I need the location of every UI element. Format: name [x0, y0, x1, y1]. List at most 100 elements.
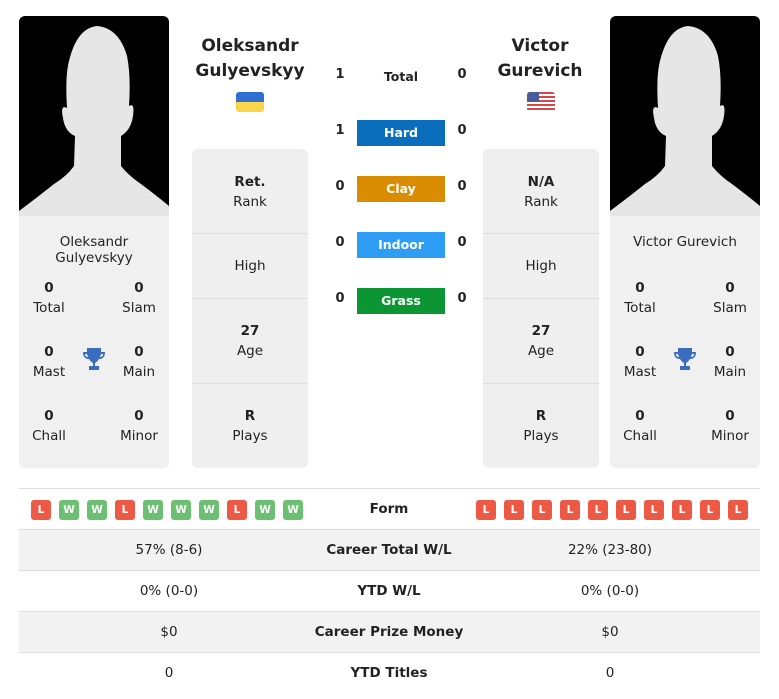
total-value: 0: [44, 280, 54, 296]
player1-mast-titles: 0 Mast: [19, 342, 79, 382]
loss-badge[interactable]: L: [504, 500, 524, 520]
slam-value: 0: [725, 280, 735, 296]
player1-form-badges: LWWLWWWLWW: [31, 500, 303, 520]
rank-value: Ret.: [234, 174, 266, 190]
player1-rank: Ret. Rank: [192, 172, 308, 212]
h2h-grass-p1: 0: [335, 291, 345, 306]
win-badge[interactable]: W: [171, 500, 191, 520]
main-value: 0: [134, 344, 144, 360]
usa-flag-icon: [527, 92, 555, 112]
plays-value: R: [244, 408, 256, 424]
row-label: Career Prize Money: [314, 624, 464, 640]
player2-minor-titles: 0 Minor: [700, 406, 760, 446]
player2-plays: R Plays: [483, 406, 599, 446]
player2-last-name: Gurevich: [497, 61, 583, 81]
win-badge[interactable]: W: [87, 500, 107, 520]
loss-badge[interactable]: L: [672, 500, 692, 520]
win-badge[interactable]: W: [255, 500, 275, 520]
comparison-table: LWWLWWWLWW Form LLLLLLLLLL 57% (8-6) Car…: [19, 488, 760, 693]
row-label: Career Total W/L: [326, 542, 452, 558]
form-label: Form: [369, 501, 409, 517]
loss-badge[interactable]: L: [560, 500, 580, 520]
h2h-total-p1: 1: [335, 67, 345, 82]
main-label: Main: [122, 364, 156, 380]
player2-total-titles: 0 Total: [610, 278, 670, 318]
player1-last-name: Gulyevskyy: [195, 61, 305, 81]
divider: [483, 298, 599, 299]
player1-main-titles: 0 Main: [109, 342, 169, 382]
loss-badge[interactable]: L: [227, 500, 247, 520]
player2-main-titles: 0 Main: [700, 342, 760, 382]
player1-name-heading[interactable]: Oleksandr Gulyevskyy: [180, 34, 320, 84]
player2-rank: N/A Rank: [483, 172, 599, 212]
ukraine-flag-icon: [236, 92, 264, 112]
high-label: High: [525, 258, 557, 274]
mast-value: 0: [635, 344, 645, 360]
player1-high: High: [192, 256, 308, 276]
age-value: 27: [531, 323, 551, 339]
hard-surface-button[interactable]: Hard: [357, 120, 445, 146]
minor-value: 0: [134, 408, 144, 424]
loss-badge[interactable]: L: [700, 500, 720, 520]
minor-label: Minor: [711, 428, 749, 444]
plays-label: Plays: [523, 428, 559, 444]
loss-badge[interactable]: L: [616, 500, 636, 520]
age-label: Age: [236, 343, 264, 359]
minor-value: 0: [725, 408, 735, 424]
player1-total-titles: 0 Total: [19, 278, 79, 318]
table-row: 57% (8-6) Career Total W/L 22% (23-80): [19, 529, 760, 570]
player2-chall-titles: 0 Chall: [610, 406, 670, 446]
player2-high: High: [483, 256, 599, 276]
h2h-hard-p1: 1: [335, 123, 345, 138]
h2h-indoor-p1: 0: [335, 235, 345, 250]
player2-name-heading[interactable]: Victor Gurevich: [470, 34, 610, 84]
divider: [192, 298, 308, 299]
player1-age: 27 Age: [192, 321, 308, 361]
age-label: Age: [527, 343, 555, 359]
player1-full-name: Oleksandr Gulyevskyy: [55, 234, 133, 266]
age-value: 27: [240, 323, 260, 339]
player2-slam-titles: 0 Slam: [700, 278, 760, 318]
chall-label: Chall: [32, 428, 66, 444]
table-row: $0 Career Prize Money $0: [19, 611, 760, 652]
win-badge[interactable]: W: [59, 500, 79, 520]
player2-mast-titles: 0 Mast: [610, 342, 670, 382]
trophy-icon: [674, 348, 696, 370]
player1-value: 0: [164, 665, 174, 681]
rank-label: Rank: [233, 194, 267, 210]
h2h-clay-p1: 0: [335, 179, 345, 194]
plays-value: R: [535, 408, 547, 424]
loss-badge[interactable]: L: [31, 500, 51, 520]
player1-info-card: Ret. Rank High 27 Age R Plays: [192, 149, 308, 468]
main-label: Main: [713, 364, 747, 380]
player2-value: 0% (0-0): [580, 583, 640, 599]
player2-first-name: Victor: [511, 36, 569, 56]
loss-badge[interactable]: L: [115, 500, 135, 520]
indoor-surface-button[interactable]: Indoor: [357, 232, 445, 258]
chall-label: Chall: [623, 428, 657, 444]
player2-age: 27 Age: [483, 321, 599, 361]
player2-value: 0: [605, 665, 615, 681]
total-label: Total: [624, 300, 656, 316]
grass-surface-button[interactable]: Grass: [357, 288, 445, 314]
loss-badge[interactable]: L: [644, 500, 664, 520]
loss-badge[interactable]: L: [476, 500, 496, 520]
row-label: YTD Titles: [350, 665, 428, 681]
player1-photo: [19, 16, 169, 216]
player2-photo: [610, 16, 760, 216]
mast-label: Mast: [32, 364, 66, 380]
clay-surface-button[interactable]: Clay: [357, 176, 445, 202]
table-row: 0% (0-0) YTD W/L 0% (0-0): [19, 570, 760, 611]
loss-badge[interactable]: L: [532, 500, 552, 520]
form-row: LWWLWWWLWW Form LLLLLLLLLL: [19, 488, 760, 529]
win-badge[interactable]: W: [199, 500, 219, 520]
player1-plays: R Plays: [192, 406, 308, 446]
plays-label: Plays: [232, 428, 268, 444]
loss-badge[interactable]: L: [728, 500, 748, 520]
player2-card: Victor Gurevich 0 Total 0 Slam 0 Mast 0 …: [610, 16, 760, 468]
loss-badge[interactable]: L: [588, 500, 608, 520]
divider: [192, 383, 308, 384]
h2h-hard-p2: 0: [457, 123, 467, 138]
h2h-total-label: Total: [383, 69, 419, 84]
win-badge[interactable]: W: [143, 500, 163, 520]
